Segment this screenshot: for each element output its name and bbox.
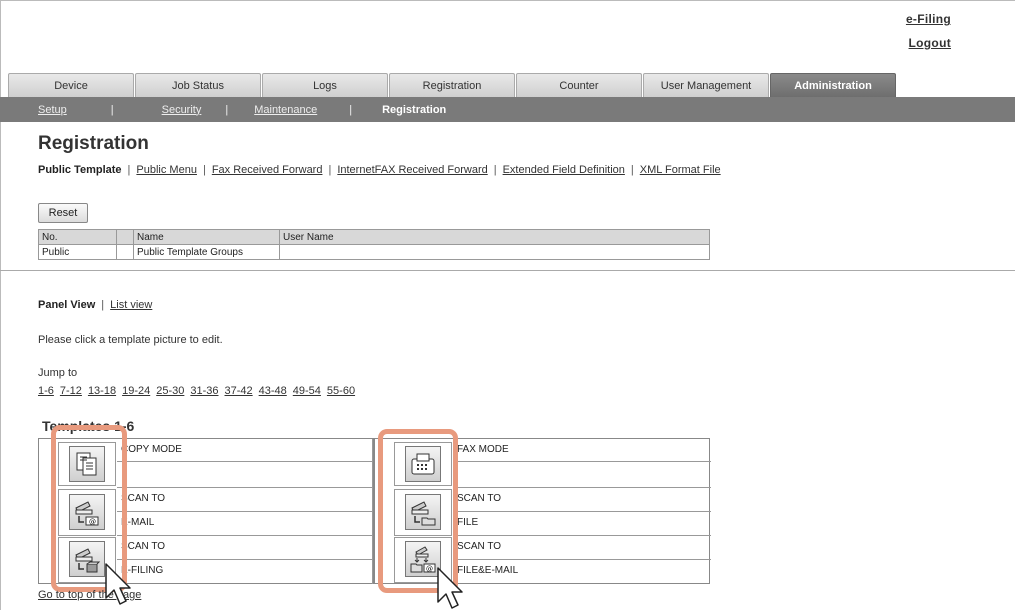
template-name-line1: SCAN TO [117, 536, 373, 560]
instruction-text: Please click a template picture to edit. [38, 334, 223, 346]
range-links: 1-6 7-12 13-18 19-24 25-30 31-36 37-42 4… [38, 385, 355, 397]
header-blank [116, 229, 134, 245]
template-name-line2 [453, 462, 711, 488]
link-separator: | [630, 164, 634, 176]
template-name-line1: SCAN TO [117, 488, 373, 512]
view-switcher: Panel View | List view [38, 299, 152, 311]
template-name-line2: FILE [453, 512, 711, 536]
header-no: No. [38, 229, 117, 245]
tab-counter[interactable]: Counter [516, 73, 642, 97]
subnav-setup[interactable]: Setup [38, 104, 67, 116]
templates-grid: COPY MODE @ SCAN TO E-MAIL SCAN TO E-FIL… [38, 438, 711, 584]
cell-no: Public [38, 244, 117, 260]
logout-link[interactable]: Logout [906, 36, 951, 50]
subnav-security[interactable]: Security [162, 104, 202, 116]
subnav-separator: | [110, 103, 114, 116]
link-separator: | [328, 164, 332, 176]
efiling-link[interactable]: e-Filing [906, 12, 951, 26]
header-user-name: User Name [279, 229, 710, 245]
fax-received-forward-link[interactable]: Fax Received Forward [212, 164, 323, 176]
subnav-separator: | [349, 103, 353, 116]
tab-user-management[interactable]: User Management [643, 73, 769, 97]
range-link[interactable]: 49-54 [293, 385, 321, 397]
range-link[interactable]: 13-18 [88, 385, 116, 397]
template-name-line1: COPY MODE [117, 439, 373, 462]
reset-button[interactable]: Reset [38, 203, 88, 223]
public-menu-link[interactable]: Public Menu [136, 164, 197, 176]
header-name: Name [133, 229, 280, 245]
range-link[interactable]: 7-12 [60, 385, 82, 397]
template-name-line2 [117, 462, 373, 488]
template-name-line2: FILE&E-MAIL [457, 565, 519, 576]
subnav-separator: | [225, 103, 229, 116]
panel-view-current: Panel View [38, 299, 96, 311]
template-name-line1: SCAN TO [453, 536, 711, 560]
internetfax-received-forward-link[interactable]: InternetFAX Received Forward [337, 164, 487, 176]
template-name-line1: FAX MODE [453, 439, 711, 462]
view-separator: | [101, 299, 105, 311]
range-link[interactable]: 37-42 [225, 385, 253, 397]
page-title: Registration [38, 133, 149, 154]
range-link[interactable]: 19-24 [122, 385, 150, 397]
cell-name: Public Template Groups [133, 244, 280, 260]
range-link[interactable]: 43-48 [259, 385, 287, 397]
table-row[interactable]: Public Public Template Groups [38, 244, 710, 260]
cell-blank [116, 244, 134, 260]
template-group-table: No. Name User Name Public Public Templat… [38, 229, 710, 260]
cell-user-name [279, 244, 710, 260]
template-name-line1: SCAN TO [453, 488, 711, 512]
public-template-current: Public Template [38, 164, 122, 176]
main-tabs: Device Job Status Logs Registration Coun… [8, 73, 897, 97]
template-name-line2: E-FILING [117, 560, 373, 584]
range-link[interactable]: 25-30 [156, 385, 184, 397]
table-header-row: No. Name User Name [38, 229, 710, 245]
list-view-link[interactable]: List view [110, 299, 152, 311]
jump-to-label: Jump to [38, 367, 78, 379]
tab-device[interactable]: Device [8, 73, 134, 97]
extended-field-definition-link[interactable]: Extended Field Definition [503, 164, 625, 176]
xml-format-file-link[interactable]: XML Format File [640, 164, 721, 176]
top-links: e-Filing Logout [906, 12, 951, 60]
subnav-maintenance[interactable]: Maintenance [254, 104, 317, 116]
column-divider [373, 439, 375, 584]
link-separator: | [127, 164, 131, 176]
link-separator: | [493, 164, 497, 176]
mouse-pointer-icon [105, 563, 131, 605]
sub-navigation: Setup | Security | Maintenance | Registr… [0, 97, 1015, 122]
mouse-pointer-icon [437, 567, 463, 609]
template-name-line2: E-MAIL [117, 512, 373, 536]
tab-registration[interactable]: Registration [389, 73, 515, 97]
link-separator: | [202, 164, 206, 176]
range-link[interactable]: 55-60 [327, 385, 355, 397]
tab-logs[interactable]: Logs [262, 73, 388, 97]
tab-administration[interactable]: Administration [770, 73, 896, 97]
range-link[interactable]: 31-36 [190, 385, 218, 397]
range-link[interactable]: 1-6 [38, 385, 54, 397]
registration-links: Public Template | Public Menu | Fax Received… [38, 164, 721, 176]
divider [0, 270, 1015, 271]
tab-job-status[interactable]: Job Status [135, 73, 261, 97]
subnav-registration[interactable]: Registration [382, 104, 446, 116]
